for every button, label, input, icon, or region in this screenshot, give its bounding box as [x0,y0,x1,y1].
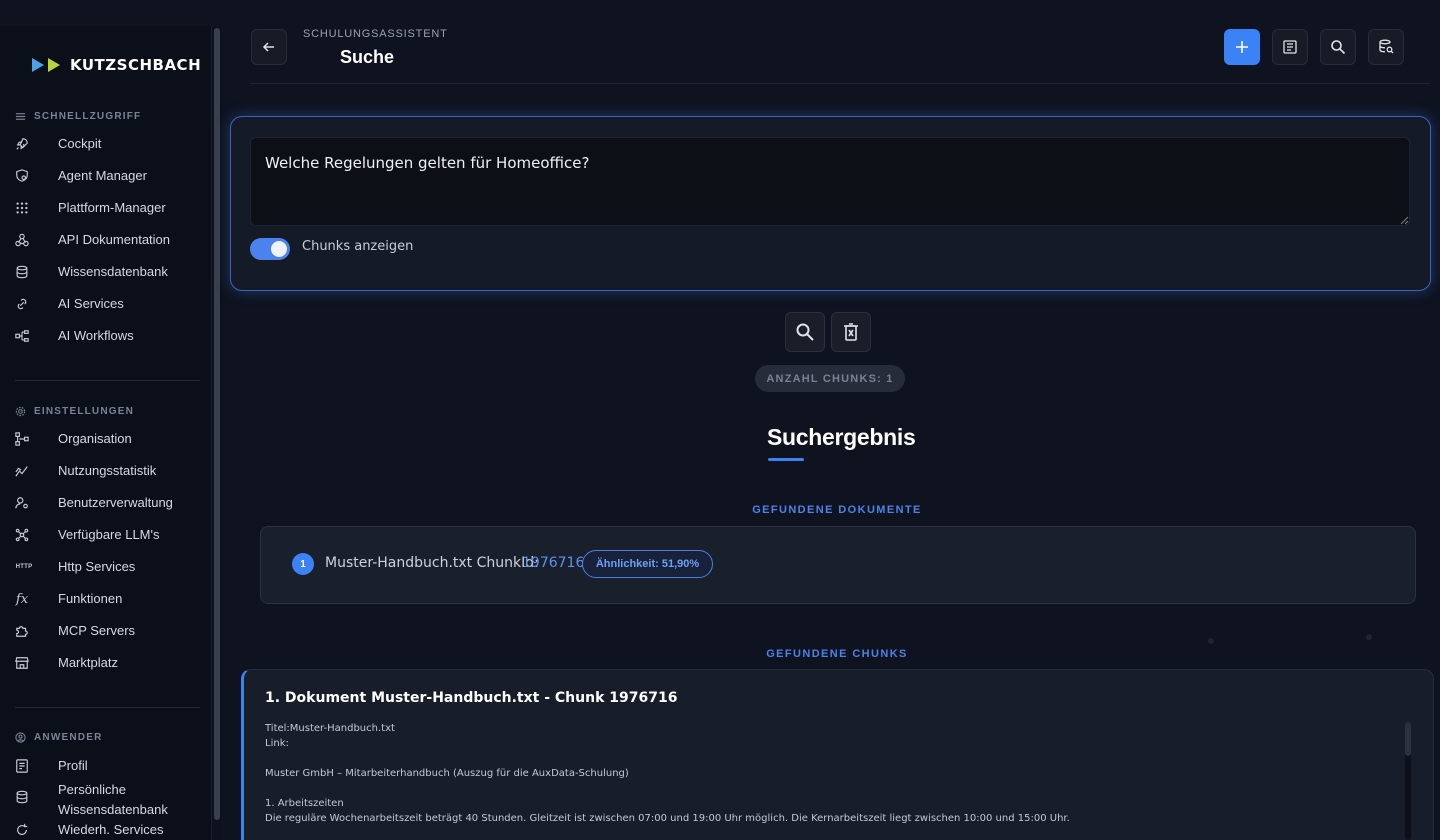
chart-line-icon [15,464,29,478]
chunk-text-line: 1. Arbeitszeiten [265,798,344,809]
sidebar-item-ai-services[interactable]: AI Services [15,296,205,311]
run-search-button[interactable] [785,312,825,352]
sidebar-item-agent-manager[interactable]: Agent Manager [15,168,205,183]
webhook-icon [15,233,29,247]
brand-name: KUTZSCHBACH [70,56,202,74]
result-title: Suchergebnis [767,424,916,450]
chunk-text-line: Link: [265,738,289,749]
section-header-anwender: ANWENDER [15,732,103,743]
network-icon [15,528,29,542]
chunk-title: 1. Dokument Muster-Handbuch.txt - Chunk … [265,690,678,706]
link-chain-icon [15,297,29,311]
hierarchy-icon [15,432,29,446]
section-header-schnellzugriff: SCHNELLZUGRIFF [15,111,141,122]
sidebar-divider [15,380,200,381]
sidebar-scrollbar-thumb[interactable] [214,28,220,820]
logo-mark-icon [48,58,60,72]
clear-button[interactable] [831,312,871,352]
logo-mark-icon [32,58,44,72]
sidebar-item-profil[interactable]: Profil [15,758,205,773]
document-name: Muster-Handbuch.txt ChunkId: [325,555,539,571]
store-icon [15,656,29,670]
grid-dots-icon [15,201,29,215]
document-index-badge: 1 [292,553,314,575]
chunk-text-line: Muster GmbH – Mitarbeiterhandbuch (Auszu… [265,768,629,779]
rocket-icon [15,137,29,151]
user-settings-icon [15,496,29,510]
database-search-button[interactable] [1368,29,1404,65]
database-search-icon [1379,39,1394,54]
shield-gear-icon [15,169,29,183]
search-icon [1331,40,1346,55]
function-icon: fx [15,591,29,607]
sidebar-item-verfuegbare-llms[interactable]: Verfügbare LLM's [15,527,205,542]
document-chunk-id-link[interactable]: 1976716 [522,555,584,571]
chunks-toggle[interactable] [250,238,290,260]
chunk-count-badge: ANZAHL CHUNKS: 1 [755,365,905,392]
sidebar-item-mcp-servers[interactable]: MCP Servers [15,623,205,638]
database-icon [15,790,29,804]
delete-clear-icon [844,323,858,341]
profile-card-icon [15,759,29,773]
gear-icon [15,406,26,417]
chunk-scrollbar-thumb[interactable] [1405,722,1411,756]
brand-logo[interactable]: KUTZSCHBACH [32,56,201,74]
sidebar-item-plattform-manager[interactable]: Plattform-Manager [15,200,205,215]
found-chunks-label: GEFUNDENE CHUNKS [766,648,908,660]
decorative-dot [1366,634,1372,640]
search-icon [796,323,814,341]
sidebar-item-marktplatz[interactable]: Marktplatz [15,655,205,670]
sidebar-item-funktionen[interactable]: fx Funktionen [15,591,205,607]
similarity-badge: Ähnlichkeit: 51,90% [582,550,713,578]
resize-grip-icon[interactable] [1399,215,1409,225]
page-kicker: SCHULUNGSASSISTENT [303,28,448,40]
sidebar-item-wiederh-services[interactable]: Wiederh. Services [15,822,205,837]
found-documents-label: GEFUNDENE DOKUMENTE [752,504,922,516]
section-header-einstellungen: EINSTELLUNGEN [15,406,134,417]
chunks-toggle-label: Chunks anzeigen [302,239,414,254]
sidebar-item-cockpit[interactable]: Cockpit [15,136,205,151]
sidebar-item-http-services[interactable]: HTTP Http Services [15,559,205,574]
add-button[interactable] [1224,29,1260,65]
workflow-icon [15,329,29,343]
puzzle-icon [15,624,29,638]
plus-icon [1236,41,1248,53]
sidebar-item-ai-workflows[interactable]: AI Workflows [15,328,205,343]
search-button[interactable] [1320,29,1356,65]
database-icon [15,265,29,279]
document-list-icon [1283,40,1297,54]
back-button[interactable] [251,29,287,65]
chunk-text-line: Die reguläre Wochenarbeitszeit beträgt 4… [265,813,1070,824]
sidebar-item-benutzerverwaltung[interactable]: Benutzerverwaltung [15,495,205,510]
chunk-text-line: Titel:Muster-Handbuch.txt [265,723,395,734]
menu-lines-icon [15,113,26,120]
http-icon: HTTP [15,564,33,570]
result-title-underline [768,458,804,461]
sidebar-item-persoenliche-wissensdatenbank[interactable]: Persönliche Wissensdatenbank [15,782,205,817]
decorative-dot [1208,638,1214,644]
sidebar-item-nutzungsstatistik[interactable]: Nutzungsstatistik [15,463,205,478]
document-list-button[interactable] [1272,29,1308,65]
toggle-knob [271,241,287,257]
arrow-left-icon [262,42,274,52]
search-query-textarea[interactable]: Welche Regelungen gelten für Homeoffice? [250,137,1410,226]
sidebar-divider [15,707,200,708]
header-divider [250,83,1430,84]
refresh-icon [15,823,29,837]
page-title: Suche [340,47,395,67]
sidebar-item-api-dokumentation[interactable]: API Dokumentation [15,232,205,247]
sidebar-item-organisation[interactable]: Organisation [15,431,205,446]
sidebar-item-wissensdatenbank[interactable]: Wissensdatenbank [15,264,205,279]
user-circle-icon [15,732,26,743]
